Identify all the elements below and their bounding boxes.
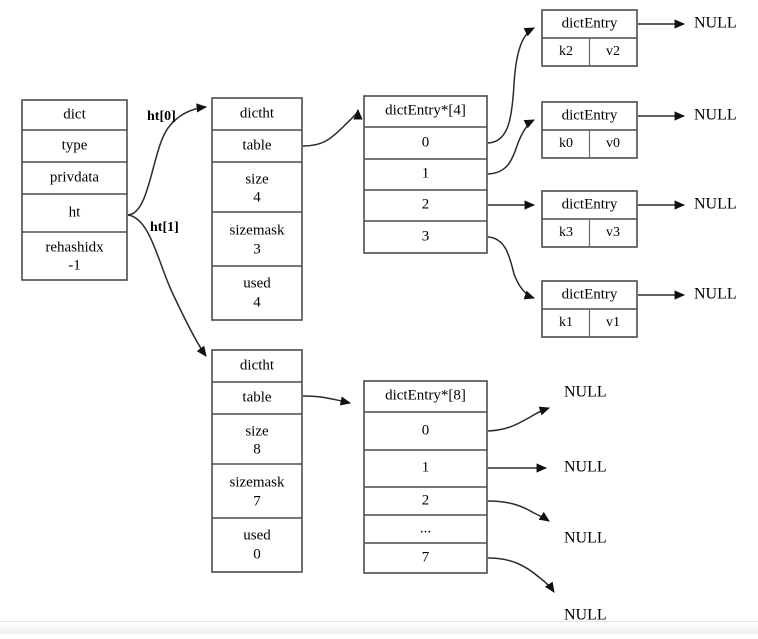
array8-slot-0: 0 — [422, 422, 430, 438]
dict-title: dict — [63, 106, 86, 122]
dict-entry-node-k0: dictEntry k0 v0 NULL — [541, 101, 737, 159]
dict-field-rehashidx: rehashidx — [45, 239, 104, 255]
ht-pointer-edges: ht[0] ht[1] — [127, 103, 208, 357]
edge-ht1-to-dictht1 — [127, 214, 207, 357]
dictht-node-0: dictht table size 4 sizemask 3 used 4 — [211, 97, 303, 321]
dictht1-field-used: used — [243, 527, 271, 543]
dict-struct-node: dict type privdata ht rehashidx -1 — [21, 99, 128, 281]
dictht1-field-size: size — [245, 423, 269, 439]
array8-slot-1: 1 — [422, 459, 430, 475]
dictht1-field-size-value: 8 — [253, 441, 261, 457]
entry-k1-title: dictEntry — [562, 286, 618, 302]
array8-null-1: NULL — [564, 459, 607, 476]
bucket-array-4: dictEntry*[4] 0 1 2 3 — [363, 95, 488, 254]
edge-array8-slot7-to-null — [487, 557, 555, 593]
entry-k1-next-null: NULL — [694, 286, 737, 303]
dictht1-field-sizemask: sizemask — [230, 474, 285, 490]
entry-k2-title: dictEntry — [562, 15, 618, 31]
dictht0-field-used: used — [243, 275, 271, 291]
dictht0-field-sizemask-value: 3 — [253, 241, 261, 257]
edge-dictht0-table-to-array4 — [302, 108, 363, 147]
array8-slot-2: 2 — [422, 492, 430, 508]
dictht0-field-sizemask: sizemask — [230, 222, 285, 238]
ht1-label: ht[1] — [150, 220, 179, 235]
edge-array8-slot2-to-null — [487, 500, 550, 522]
entry-k0-value: v0 — [606, 136, 620, 151]
dict-entry-node-k3: dictEntry k3 v3 NULL — [541, 190, 737, 248]
dictht-node-1: dictht table size 8 sizemask 7 used 0 — [211, 349, 303, 573]
array8-slot-7: 7 — [422, 549, 430, 565]
dictht1-field-sizemask-value: 7 — [253, 493, 261, 509]
dict-field-type: type — [62, 137, 88, 153]
entry-k0-key: k0 — [559, 136, 573, 151]
entry-k3-value: v3 — [606, 225, 620, 240]
edge-array8-slot0-to-null — [487, 406, 550, 432]
bucket-edges-8: NULL NULL NULL NULL — [487, 384, 607, 624]
page-bottom-strip — [0, 621, 758, 634]
bucket-edges-4 — [487, 27, 536, 300]
entry-k3-next-null: NULL — [694, 196, 737, 213]
edge-slot3-to-entry-k1 — [487, 236, 535, 300]
dictht1-field-table: table — [242, 389, 271, 405]
bucket-array-8: dictEntry*[8] 0 1 2 ... 7 — [363, 380, 488, 574]
dict-field-ht: ht — [69, 204, 82, 220]
dictht1-title: dictht — [240, 357, 275, 373]
array8-slot-ellipsis: ... — [420, 520, 431, 536]
array4-title: dictEntry*[4] — [385, 102, 466, 118]
entry-k0-title: dictEntry — [562, 107, 618, 123]
array4-slot-3: 3 — [422, 228, 430, 244]
dictht0-field-size-value: 4 — [253, 189, 261, 205]
entry-k0-next-null: NULL — [694, 107, 737, 124]
edge-dictht1-table-to-array8 — [302, 395, 352, 406]
ht0-label: ht[0] — [147, 109, 176, 124]
array4-slot-2: 2 — [422, 196, 430, 212]
entry-k1-key: k1 — [559, 315, 573, 330]
dict-diagram-canvas: dict type privdata ht rehashidx -1 ht[0]… — [0, 0, 758, 634]
entry-k1-value: v1 — [606, 315, 620, 330]
array4-slot-1: 1 — [422, 165, 430, 181]
entry-k3-key: k3 — [559, 225, 573, 240]
dictht0-title: dictht — [240, 105, 275, 121]
array8-null-2: NULL — [564, 530, 607, 547]
dict-entry-node-k2: dictEntry k2 v2 NULL — [541, 9, 737, 67]
dictht0-field-table: table — [242, 137, 271, 153]
array8-null-0: NULL — [564, 384, 607, 401]
array4-slot-0: 0 — [422, 134, 430, 150]
dictht0-field-size: size — [245, 171, 269, 187]
array8-border — [363, 380, 488, 574]
entry-k2-value: v2 — [606, 44, 620, 59]
entry-k3-title: dictEntry — [562, 196, 618, 212]
dict-entry-node-k1: dictEntry k1 v1 NULL — [541, 280, 737, 338]
dict-field-rehashidx-value: -1 — [68, 257, 81, 273]
edge-slot1-to-entry-k0 — [487, 119, 535, 175]
entry-k2-next-null: NULL — [694, 15, 737, 32]
dictht0-field-used-value: 4 — [253, 294, 261, 310]
array8-title: dictEntry*[8] — [385, 387, 466, 403]
dictht1-field-used-value: 0 — [253, 546, 261, 562]
entry-k2-key: k2 — [559, 44, 573, 59]
dict-field-privdata: privdata — [50, 169, 99, 185]
